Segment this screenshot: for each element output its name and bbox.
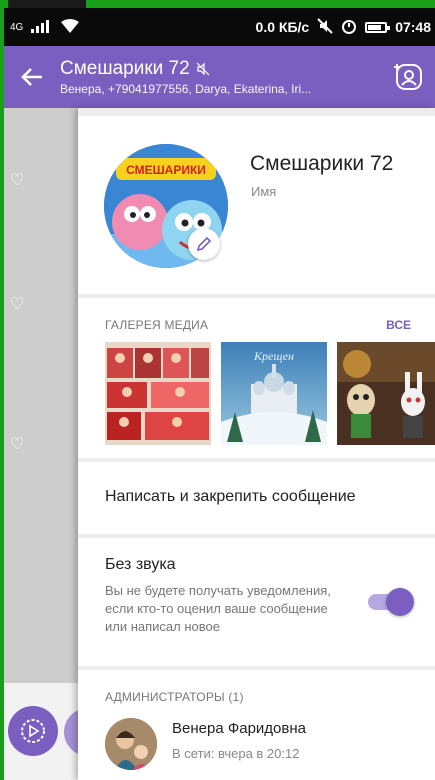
play-button[interactable]	[8, 706, 58, 756]
group-name[interactable]: Смешарики 72	[250, 152, 393, 176]
avatar-logo-text: СМЕШАРИКИ	[126, 163, 206, 177]
edit-avatar-button[interactable]	[188, 228, 220, 260]
background-chat: ♡ ♡ ♡	[4, 108, 78, 780]
admin-name: Венера Фаридовна	[172, 720, 306, 737]
mute-icon	[317, 17, 333, 37]
admins-title: АДМИНИСТРАТОРЫ (1)	[105, 690, 244, 704]
add-participant-icon	[394, 64, 422, 90]
media-gallery-card: ГАЛЕРЕЯ МЕДИА ВСЕ Крещен	[78, 298, 435, 458]
clock: 07:48	[395, 19, 431, 35]
gallery-all-link[interactable]: ВСЕ	[386, 318, 411, 332]
toggle-knob	[386, 588, 414, 616]
green-frame-top	[86, 0, 435, 8]
profile-card: СМЕШАРИКИ Смешарики 72 Имя	[78, 116, 435, 294]
back-button[interactable]	[4, 46, 60, 108]
battery-icon	[365, 21, 391, 33]
header-text[interactable]: Смешарики 72 Венера, +79041977556, Darya…	[60, 58, 383, 96]
gallery-title: ГАЛЕРЕЯ МЕДИА	[105, 318, 209, 332]
heart-icon: ♡	[10, 436, 25, 453]
mute-title: Без звука	[105, 556, 176, 573]
pin-message-row[interactable]: Написать и закрепить сообщение	[78, 462, 435, 534]
admin-status: В сети: вчера в 20:12	[172, 746, 300, 761]
gallery-thumb-3[interactable]	[337, 342, 435, 445]
participants-list: Венера, +79041977556, Darya, Ekaterina, …	[60, 82, 312, 96]
heart-icon: ♡	[10, 172, 25, 189]
admins-card: АДМИНИСТРАТОРЫ (1) Венера Фаридовна В се…	[78, 670, 435, 780]
network-type: 4G	[10, 21, 24, 33]
thumb-caption: Крещен	[253, 349, 294, 363]
avatar	[105, 718, 157, 770]
play-icon	[21, 719, 45, 743]
signal-icon	[31, 19, 53, 36]
group-name-label: Имя	[251, 184, 277, 199]
heart-icon: ♡	[10, 296, 25, 313]
gallery-thumb-2[interactable]: Крещен	[221, 342, 327, 445]
network-speed: 0.0 КБ/с	[255, 19, 310, 35]
wifi-icon	[61, 18, 80, 36]
mute-row[interactable]: Без звука Вы не будете получать уведомле…	[78, 538, 435, 666]
pin-message-label: Написать и закрепить сообщение	[105, 488, 356, 505]
add-participant-button[interactable]	[383, 46, 435, 108]
mute-toggle[interactable]	[368, 588, 414, 616]
back-arrow-icon	[21, 68, 42, 86]
mute-description: Вы не будете получать уведомления, если …	[105, 583, 331, 634]
pencil-icon	[196, 236, 212, 252]
gallery-thumb-1[interactable]	[105, 342, 211, 445]
mute-icon	[196, 62, 210, 76]
app-header: Смешарики 72 Венера, +79041977556, Darya…	[4, 46, 435, 108]
alarm-icon	[341, 18, 357, 37]
chat-info-panel: СМЕШАРИКИ Смешарики 72 Имя ГАЛЕРЕЯ МЕДИА…	[78, 108, 435, 780]
chat-title: Смешарики 72	[60, 58, 190, 79]
status-bar: 4G 0.0 КБ/с 07:48	[4, 8, 435, 46]
